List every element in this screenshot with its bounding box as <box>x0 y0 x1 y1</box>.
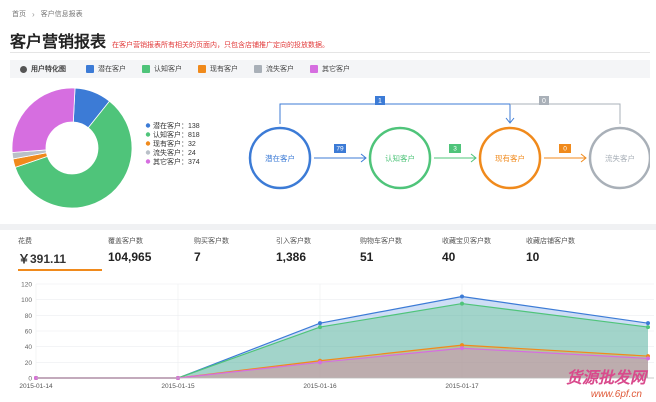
page-note: 在客户营销报表所有相关的页面内，只包含店铺推广定向的投放数据。 <box>112 42 330 49</box>
stat-label: 收藏店铺客户数 <box>526 238 575 245</box>
y-tick-label: 100 <box>21 297 32 304</box>
flow-node-label: 流失客户 <box>605 153 635 163</box>
series-point[interactable] <box>318 321 322 326</box>
legend-title-text: 用户特化图 <box>31 66 66 73</box>
stat-introduced[interactable]: 引入客户数 1,386 <box>276 236 311 264</box>
donut-slice-4[interactable] <box>11 87 76 153</box>
y-tick-label: 60 <box>25 329 33 336</box>
header-divider <box>10 52 650 53</box>
legend-item-0[interactable]: 潜在客户 <box>86 64 126 74</box>
pie-legend-dot <box>145 132 151 137</box>
stat-label: 购物车客户数 <box>360 238 402 245</box>
series-point[interactable] <box>646 325 650 330</box>
trend-area-chart: 0 20 40 60 80 100 120 2015-01-14 2015-01-15 2015-… <box>19 282 654 390</box>
legend-swatch <box>198 65 206 73</box>
legend-swatch <box>142 65 150 73</box>
pie-legend-dot <box>145 123 151 128</box>
pie-legend-label: 潜在客户：138 <box>153 121 200 130</box>
customer-flow-diagram: 1 0 潜在客户 认知客户 现有客户 流失客户 79 3 0 <box>248 96 650 190</box>
flow-node-label: 认知客户 <box>385 153 415 163</box>
x-tick-label: 2015-01-15 <box>161 383 195 390</box>
stat-value: ￥391.11 <box>18 252 67 266</box>
stat-fav-shop[interactable]: 收藏店铺客户数 10 <box>526 236 575 264</box>
watermark-url: www.6pf.cn <box>590 389 642 400</box>
legend-item-3[interactable]: 流失客户 <box>254 64 294 74</box>
legend-swatch <box>86 65 94 73</box>
y-tick-label: 120 <box>21 282 32 289</box>
flow-top-count: 0 <box>542 98 546 105</box>
legend-item-4[interactable]: 其它客户 <box>310 64 350 74</box>
series-point[interactable] <box>646 356 650 361</box>
legend-label: 现有客户 <box>210 66 238 73</box>
pie-legend-label: 现有客户：32 <box>153 139 196 148</box>
flow-node-label: 潜在客户 <box>265 153 295 163</box>
stat-value: 51 <box>360 250 374 264</box>
customer-donut-chart: 潜在客户：138认知客户：818现有客户：32流失客户：24其它客户：374 <box>11 87 200 209</box>
page-title: 客户营销报表 <box>10 34 107 51</box>
flow-top-line-2 <box>510 103 621 124</box>
flow-top-count: 1 <box>378 98 382 105</box>
stat-value: 40 <box>442 250 456 264</box>
watermark-text: 货源批发网 <box>565 370 646 387</box>
pie-legend-dot <box>145 159 151 164</box>
legend-label: 潜在客户 <box>98 66 126 73</box>
series-point[interactable] <box>646 321 650 326</box>
flow-count: 3 <box>453 146 457 153</box>
stats-row: 花费 ￥391.11 覆盖客户数 104,965 购买客户数 7 引入客户数 1,386… <box>18 236 650 271</box>
legend-swatch <box>254 65 262 73</box>
stat-label: 引入客户数 <box>276 238 311 245</box>
stat-label: 覆盖客户数 <box>108 238 143 245</box>
legend-label: 认知客户 <box>154 66 182 73</box>
series-point[interactable] <box>460 301 464 306</box>
legend-label: 其它客户 <box>322 66 350 73</box>
series-point[interactable] <box>460 294 464 299</box>
y-tick-label: 20 <box>25 360 33 367</box>
legend-title: 用户特化图 <box>20 64 66 74</box>
y-tick-label: 40 <box>25 344 33 351</box>
legend-item-1[interactable]: 认知客户 <box>142 64 182 74</box>
legend-item-2[interactable]: 现有客户 <box>198 64 238 74</box>
stat-value: 104,965 <box>108 250 152 264</box>
breadcrumb: 首页 › 客户信息报表 <box>12 9 83 19</box>
breadcrumb-current: 客户信息报表 <box>40 11 83 18</box>
chevron-right-icon: › <box>32 9 35 19</box>
series-point[interactable] <box>318 325 322 330</box>
stat-label: 购买客户数 <box>194 238 229 245</box>
series-point[interactable] <box>460 346 464 351</box>
stat-label: 花费 <box>18 238 32 245</box>
stat-value: 10 <box>526 250 540 264</box>
pie-legend-dot <box>145 141 151 146</box>
flow-count: 79 <box>336 146 344 153</box>
flow-node-label: 现有客户 <box>495 153 525 163</box>
breadcrumb-home[interactable]: 首页 <box>12 9 26 19</box>
section-divider <box>0 224 656 230</box>
pie-legend-label: 流失客户：24 <box>153 148 196 157</box>
x-tick-label: 2015-01-17 <box>445 383 479 390</box>
legend-bar: 用户特化图 潜在客户 认知客户 现有客户 流失客户 其它客户 <box>10 60 650 78</box>
pie-legend-label: 认知客户：818 <box>153 130 200 139</box>
legend-label: 流失客户 <box>266 66 294 73</box>
stat-purchase[interactable]: 购买客户数 7 <box>194 236 229 264</box>
y-tick-label: 0 <box>28 376 32 383</box>
y-tick-label: 80 <box>25 313 33 320</box>
stat-covered[interactable]: 覆盖客户数 104,965 <box>108 236 151 264</box>
pie-legend-label: 其它客户：374 <box>153 157 200 166</box>
x-tick-label: 2015-01-14 <box>19 383 53 390</box>
stat-value: 1,386 <box>276 250 307 264</box>
pie-legend-dot <box>145 150 151 155</box>
stat-cost[interactable]: 花费 ￥391.11 <box>18 236 102 271</box>
x-tick-label: 2015-01-16 <box>303 383 337 390</box>
stat-value: 7 <box>194 250 201 264</box>
stat-label: 收藏宝贝客户数 <box>442 238 491 245</box>
flow-count: 0 <box>563 146 567 153</box>
series-point[interactable] <box>318 360 322 365</box>
flow-top-line-1 <box>279 103 511 124</box>
stat-cart[interactable]: 购物车客户数 51 <box>360 236 402 264</box>
stat-fav-item[interactable]: 收藏宝贝客户数 40 <box>442 236 491 264</box>
legend-swatch <box>310 65 318 73</box>
pie-icon <box>20 65 27 73</box>
page-header: 客户营销报表 在客户营销报表所有相关的页面内，只包含店铺推广定向的投放数据。 <box>10 28 329 52</box>
